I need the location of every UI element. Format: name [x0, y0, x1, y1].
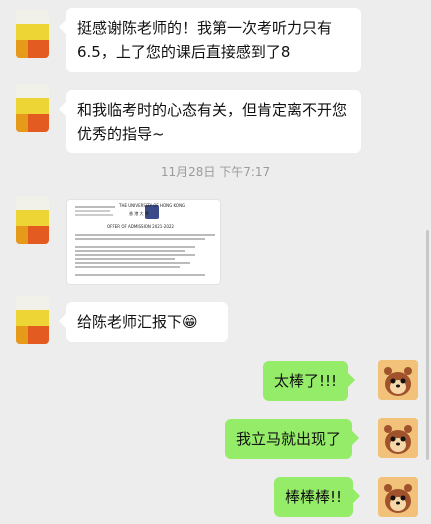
doc-title: OFFER OF ADMISSION 2021-2022 [107, 224, 174, 229]
doc-header: THE UNIVERSITY OF HONG KONG [119, 203, 186, 208]
timestamp: 11月28日 下午7:17 [160, 165, 271, 179]
message-text: 棒棒棒!! [285, 488, 343, 506]
user-avatar-icon[interactable] [16, 196, 49, 244]
user-avatar-icon[interactable] [16, 84, 49, 132]
message-bubble-2[interactable]: 和我临考时的心态有关，但肯定离不开您优秀的指导~ [66, 90, 361, 153]
message-text: 和我临考时的心态有关，但肯定离不开您优秀的指导~ [77, 101, 348, 143]
image-message[interactable]: THE UNIVERSITY OF HONG KONG 香 港 大 學 OFFE… [66, 199, 221, 285]
message-text: 太棒了!!! [274, 372, 338, 390]
chipmunk-avatar-icon[interactable] [378, 477, 418, 517]
message-bubble-4[interactable]: 给陈老师汇报下😁 [66, 302, 228, 342]
user-avatar-icon[interactable] [16, 10, 49, 58]
message-bubble-7[interactable]: 棒棒棒!! [274, 477, 354, 517]
grin-emoji-icon: 😁 [182, 313, 198, 331]
scrollbar[interactable] [426, 230, 429, 460]
chipmunk-avatar-icon[interactable] [378, 418, 418, 458]
user-avatar-icon[interactable] [16, 296, 49, 344]
message-bubble-5[interactable]: 太棒了!!! [263, 361, 349, 401]
message-bubble-1[interactable]: 挺感谢陈老师的！我第一次考听力只有6.5，上了您的课后直接感到了8 [66, 8, 361, 72]
chipmunk-avatar-icon[interactable] [378, 360, 418, 400]
message-text: 挺感谢陈老师的！我第一次考听力只有6.5，上了您的课后直接感到了8 [77, 19, 333, 61]
message-text: 给陈老师汇报下 [77, 313, 183, 331]
message-bubble-6[interactable]: 我立马就出现了 [225, 419, 353, 459]
message-text: 我立马就出现了 [236, 430, 342, 448]
doc-subheader: 香 港 大 學 [129, 211, 149, 216]
